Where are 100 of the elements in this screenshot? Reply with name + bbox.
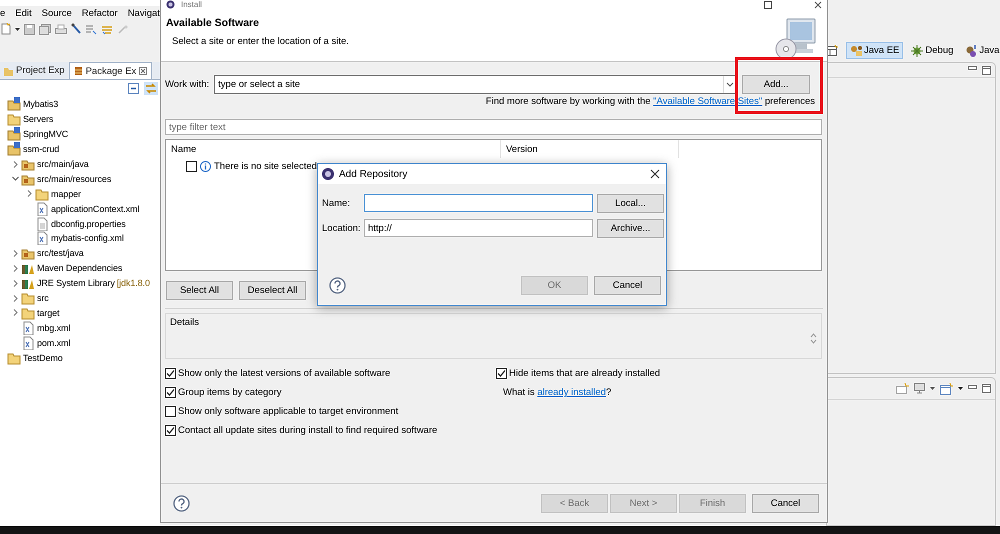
folder-icon xyxy=(21,291,35,306)
tree-item[interactable]: Mybatis3 xyxy=(23,99,58,110)
checkbox[interactable] xyxy=(165,406,176,417)
monitor-icon[interactable] xyxy=(914,383,925,394)
perspective-button[interactable]: Java xyxy=(961,42,1000,59)
app-icon xyxy=(166,0,175,9)
view-tab[interactable]: Project Exp xyxy=(0,62,69,79)
tree-item[interactable]: src/test/java xyxy=(37,248,84,258)
caret-icon[interactable] xyxy=(930,386,935,391)
folder-icon xyxy=(4,66,13,76)
maximize-icon[interactable] xyxy=(764,0,772,8)
tree-item[interactable]: ssm-crud xyxy=(23,144,60,154)
tree-item[interactable]: SpringMVC xyxy=(23,129,68,140)
perspective-button[interactable]: Java EE xyxy=(846,42,904,59)
maximize-icon[interactable] xyxy=(982,384,991,393)
link[interactable]: "Available Software Sites" xyxy=(653,96,762,107)
tree-item[interactable]: mybatis-config.xml xyxy=(51,233,124,244)
tree-item[interactable]: Servers xyxy=(23,114,54,124)
tree-item[interactable]: target xyxy=(37,308,60,318)
chevron-icon[interactable] xyxy=(26,190,33,198)
menu-item[interactable]: e xyxy=(0,8,6,19)
pin-icon[interactable] xyxy=(71,23,81,35)
tree-item[interactable]: dbconfig.properties xyxy=(51,218,126,229)
help-icon[interactable] xyxy=(173,494,190,512)
scroll-arrows-icon[interactable] xyxy=(810,333,817,344)
collapse-all-icon[interactable] xyxy=(128,83,139,94)
tree-item[interactable]: mbg.xml xyxy=(37,322,70,333)
close-icon[interactable] xyxy=(814,0,822,8)
xml-file-icon xyxy=(35,231,49,246)
tree-item[interactable]: src xyxy=(37,293,49,304)
tree-item-decoration: [jdk1.8.0 xyxy=(116,278,150,288)
chevron-icon[interactable] xyxy=(12,294,19,302)
checkbox-label: Group items by category xyxy=(178,387,282,398)
folder-icon xyxy=(21,306,35,320)
chevron-icon[interactable] xyxy=(12,160,19,168)
folder-icon xyxy=(7,350,21,365)
link[interactable]: already installed xyxy=(537,387,606,398)
perspective-button[interactable]: Debug xyxy=(907,42,958,59)
link-editor-icon[interactable] xyxy=(144,82,158,95)
package-icon xyxy=(74,66,83,76)
tree-item[interactable]: pom.xml xyxy=(37,338,70,348)
bug-icon xyxy=(911,44,924,56)
print-icon[interactable] xyxy=(55,24,67,34)
checkbox[interactable] xyxy=(165,368,176,379)
chevron-icon[interactable] xyxy=(12,175,19,182)
checkbox[interactable] xyxy=(496,368,507,379)
name-field[interactable] xyxy=(364,194,593,212)
checkbox-label: Hide items that are already installed xyxy=(509,368,660,379)
java-icon xyxy=(965,44,978,56)
help-icon[interactable] xyxy=(329,276,346,294)
list-icon[interactable] xyxy=(85,24,97,34)
field-label: Location: xyxy=(322,222,362,234)
app-icon xyxy=(321,167,335,181)
save-all-icon[interactable] xyxy=(39,24,51,34)
xml-file-icon xyxy=(35,202,49,216)
view-tab[interactable]: Package Ex xyxy=(68,62,152,79)
browse-button[interactable]: Archive... xyxy=(597,218,664,238)
folder-icon xyxy=(35,186,49,201)
menu-item[interactable]: Source xyxy=(42,8,72,19)
location-field[interactable]: http:// xyxy=(364,219,593,237)
field-label: Work with: xyxy=(165,79,210,90)
filter-field[interactable]: type filter text xyxy=(165,119,822,135)
menu-item[interactable]: Refactor xyxy=(82,8,118,19)
menu-item[interactable]: Navigat xyxy=(128,8,160,19)
tree-item[interactable]: JRE System Library xyxy=(37,278,115,288)
close-icon[interactable] xyxy=(650,169,660,179)
dialog-button[interactable]: Cancel xyxy=(752,494,819,512)
dialog-button[interactable]: Cancel xyxy=(594,276,661,294)
info-icon xyxy=(200,160,211,172)
maximize-icon[interactable] xyxy=(982,66,991,74)
checkbox-label: Show only software applicable to target environment xyxy=(178,406,398,417)
chevron-icon[interactable] xyxy=(12,250,19,257)
checkbox[interactable] xyxy=(165,425,176,436)
tree-item[interactable]: TestDemo xyxy=(23,352,63,363)
chevron-icon[interactable] xyxy=(12,309,19,316)
browse-button[interactable]: Local... xyxy=(597,194,664,212)
hint-text: What is already installed? xyxy=(503,387,612,398)
tree-item[interactable]: mapper xyxy=(51,188,81,199)
checkbox-label: Contact all update sites during install to find required software xyxy=(178,425,438,436)
select-button[interactable]: Deselect All xyxy=(239,281,306,300)
tree-item[interactable]: src/main/resources xyxy=(37,174,112,184)
select-button[interactable]: Select All xyxy=(166,281,233,300)
caret-icon[interactable] xyxy=(958,386,963,391)
chevron-icon[interactable] xyxy=(12,264,19,272)
checkbox[interactable] xyxy=(165,387,176,398)
folder-icon xyxy=(7,112,21,126)
chevron-icon[interactable] xyxy=(12,280,19,287)
tree-item[interactable]: Maven Dependencies xyxy=(37,263,122,274)
close-icon[interactable] xyxy=(139,67,148,75)
save-icon[interactable] xyxy=(24,24,35,34)
group-label: Details xyxy=(170,317,200,328)
checkbox[interactable] xyxy=(186,160,197,172)
tree-item[interactable]: src/main/java xyxy=(37,159,89,169)
add-button[interactable]: Add... xyxy=(742,75,810,94)
new-folder-icon[interactable] xyxy=(940,382,953,394)
column-header: Name xyxy=(166,140,501,158)
menu-item[interactable]: Edit xyxy=(15,8,32,19)
tree-item[interactable]: applicationContext.xml xyxy=(51,204,140,214)
new-window-icon[interactable] xyxy=(896,383,909,394)
xml-file-icon xyxy=(21,320,35,335)
